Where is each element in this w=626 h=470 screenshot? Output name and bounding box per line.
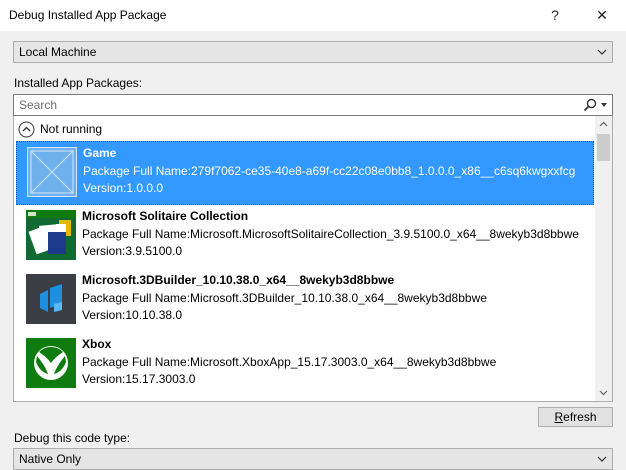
package-full-name: Package Full Name:Microsoft.MicrosoftSol… <box>82 227 579 241</box>
package-version: Version:3.9.5100.0 <box>82 244 183 258</box>
scroll-up-arrow-icon[interactable] <box>595 116 612 133</box>
search-icon[interactable] <box>582 97 598 113</box>
package-version: Version:1.0.0.0 <box>83 181 164 195</box>
package-name: Microsoft.3DBuilder_10.10.38.0_x64__8wek… <box>82 273 395 287</box>
title-bar: Debug Installed App Package ? ✕ <box>0 0 626 31</box>
help-button[interactable]: ? <box>542 3 568 27</box>
window-title: Debug Installed App Package <box>9 8 167 22</box>
package-list[interactable]: Not running Game Package Full Name:279f7… <box>13 116 613 402</box>
solitaire-icon <box>26 210 76 260</box>
scrollbar-thumb[interactable] <box>597 134 610 161</box>
package-name: Microsoft Solitaire Collection <box>82 209 249 223</box>
search-placeholder: Search <box>19 98 58 112</box>
package-name: Game <box>83 146 117 160</box>
refresh-button-accelerator: R <box>554 410 564 424</box>
search-options-chevron-icon[interactable] <box>600 98 608 112</box>
code-type-dropdown-value: Native Only <box>19 452 82 466</box>
package-version: Version:10.10.38.0 <box>82 308 183 322</box>
list-item-solitaire[interactable]: Microsoft Solitaire Collection Package F… <box>16 205 594 269</box>
scroll-down-arrow-icon[interactable] <box>595 384 612 401</box>
packages-label: Installed App Packages: <box>14 76 143 90</box>
group-label: Not running <box>40 122 103 136</box>
list-item-game[interactable]: Game Package Full Name:279f7062-ce35-40e… <box>16 141 594 205</box>
package-name: Xbox <box>82 337 112 351</box>
package-full-name: Package Full Name:Microsoft.3DBuilder_10… <box>82 291 487 305</box>
list-item-3dbuilder[interactable]: Microsoft.3DBuilder_10.10.38.0_x64__8wek… <box>16 269 594 333</box>
xbox-icon <box>26 338 76 388</box>
target-dropdown[interactable]: Local Machine <box>13 41 613 63</box>
chevron-down-icon <box>597 456 607 462</box>
code-type-label: Debug this code type: <box>14 431 131 445</box>
refresh-button[interactable]: Refresh <box>538 407 613 427</box>
collapse-icon[interactable] <box>18 121 35 138</box>
code-type-dropdown[interactable]: Native Only <box>13 448 613 470</box>
group-header-not-running[interactable]: Not running <box>18 120 102 138</box>
package-full-name: Package Full Name:Microsoft.XboxApp_15.1… <box>82 355 497 369</box>
refresh-button-label: efresh <box>563 410 597 424</box>
package-full-name: Package Full Name:279f7062-ce35-40e8-a69… <box>83 164 576 178</box>
package-version: Version:15.17.3003.0 <box>82 372 196 386</box>
vertical-scrollbar[interactable] <box>595 116 612 401</box>
search-input[interactable]: Search <box>13 94 613 116</box>
placeholder-icon <box>27 147 77 197</box>
target-dropdown-value: Local Machine <box>19 45 97 59</box>
list-item-xbox[interactable]: Xbox Package Full Name:Microsoft.XboxApp… <box>16 333 594 397</box>
3dbuilder-icon <box>26 274 76 324</box>
close-button[interactable]: ✕ <box>589 3 615 27</box>
chevron-down-icon <box>597 49 607 55</box>
